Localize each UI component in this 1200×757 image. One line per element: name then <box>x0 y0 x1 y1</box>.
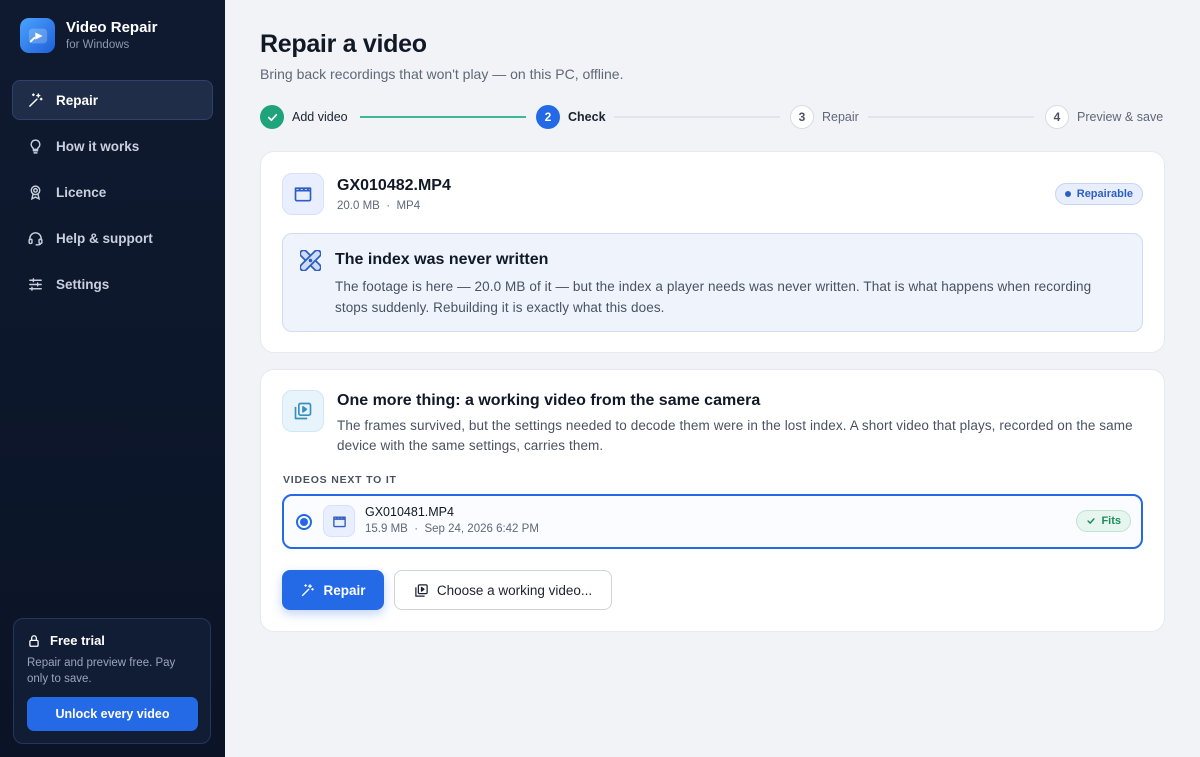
sidebar-nav: Repair How it works Licence Help & suppo… <box>12 80 213 310</box>
file-diagnosis-card: GX010482.MP4 20.0 MB · MP4 Repairable Th… <box>260 151 1165 353</box>
main-content: Repair a video Bring back recordings tha… <box>225 0 1200 757</box>
trial-description: Repair and preview free. Pay only to sav… <box>27 657 176 685</box>
sidebar-item-label: Licence <box>56 184 107 200</box>
bandage-icon <box>300 250 321 271</box>
section-label: VIDEOS NEXT TO IT <box>283 474 397 486</box>
step-connector <box>868 116 1034 118</box>
app-logo-icon <box>20 18 55 53</box>
video-library-icon <box>415 583 428 597</box>
file-size: 20.0 MB <box>337 200 380 212</box>
check-icon <box>260 105 284 129</box>
sidebar: Video Repair for Windows Repair How it w… <box>0 0 225 757</box>
headset-icon <box>28 231 43 246</box>
award-icon <box>30 184 41 200</box>
check-icon <box>1087 518 1096 524</box>
video-candidate-row[interactable]: GX010481.MP4 15.9 MB · Sep 24, 2026 6:42… <box>282 494 1143 549</box>
candidate-size: 15.9 MB <box>365 523 408 535</box>
step-repair: 3 Repair <box>790 105 859 129</box>
step-connector <box>614 116 780 118</box>
file-name: GX010482.MP4 <box>337 177 451 194</box>
sidebar-item-label: How it works <box>56 138 140 154</box>
choose-video-button[interactable]: Choose a working video... <box>394 570 612 610</box>
file-meta: 20.0 MB · MP4 <box>337 200 420 212</box>
sidebar-item-help[interactable]: Help & support <box>12 218 213 258</box>
step-label: Add video <box>292 110 348 124</box>
candidate-date: Sep 24, 2026 6:42 PM <box>424 523 539 535</box>
diagnosis-body: The footage is here — 20.0 MB of it — bu… <box>335 279 1092 315</box>
fits-label: Fits <box>1101 515 1121 527</box>
step-preview-save: 4 Preview & save <box>1045 105 1163 129</box>
clapperboard-icon <box>282 173 324 215</box>
sidebar-item-label: Help & support <box>56 230 153 246</box>
step-connector <box>360 116 526 118</box>
reference-body: The frames survived, but the settings ne… <box>337 418 1133 453</box>
fits-badge: Fits <box>1076 510 1131 532</box>
lightbulb-icon <box>30 138 41 154</box>
magic-wand-icon <box>302 583 315 596</box>
step-add-video: Add video <box>260 105 348 129</box>
repair-button-label: Repair <box>323 582 366 598</box>
unlock-button[interactable]: Unlock every video <box>27 697 198 731</box>
page-subtitle: Bring back recordings that won't play — … <box>260 66 624 82</box>
video-library-icon <box>282 390 324 432</box>
app-name: Video Repair <box>66 19 158 36</box>
step-number: 2 <box>536 105 560 129</box>
sidebar-item-repair[interactable]: Repair <box>12 80 213 120</box>
trial-title: Free trial <box>50 633 105 648</box>
clapperboard-icon <box>323 505 355 537</box>
sidebar-item-settings[interactable]: Settings <box>12 264 213 304</box>
candidate-name: GX010481.MP4 <box>365 505 454 519</box>
sidebar-item-licence[interactable]: Licence <box>12 172 213 212</box>
sidebar-item-label: Repair <box>56 92 99 108</box>
reference-video-card: One more thing: a working video from the… <box>260 369 1165 632</box>
step-number: 4 <box>1045 105 1069 129</box>
step-label: Repair <box>822 110 859 124</box>
step-label: Check <box>568 110 606 124</box>
lock-icon <box>29 634 39 647</box>
meta-separator: · <box>414 523 419 535</box>
step-label: Preview & save <box>1077 110 1164 124</box>
sidebar-item-how-it-works[interactable]: How it works <box>12 126 213 166</box>
file-format: MP4 <box>396 200 421 212</box>
progress-stepper: Add video 2 Check 3 Repair 4 Preview & s… <box>260 105 1165 129</box>
diagnosis-notice: The index was never written The footage … <box>282 233 1143 332</box>
reference-title: One more thing: a working video from the… <box>337 392 761 409</box>
meta-separator: · <box>386 200 391 212</box>
status-dot <box>1064 191 1071 197</box>
sidebar-item-label: Settings <box>56 276 110 292</box>
diagnosis-title: The index was never written <box>335 251 549 268</box>
choose-video-label: Choose a working video... <box>436 582 593 598</box>
magic-wand-icon <box>29 92 43 107</box>
app-platform: for Windows <box>66 39 130 51</box>
step-number: 3 <box>790 105 814 129</box>
brand: Video Repair for Windows <box>20 18 157 53</box>
candidate-meta: 15.9 MB · Sep 24, 2026 6:42 PM <box>365 523 539 535</box>
step-check: 2 Check <box>536 105 606 129</box>
free-trial-panel: Free trial Repair and preview free. Pay … <box>13 618 211 744</box>
status-label: Repairable <box>1076 188 1133 200</box>
sliders-icon <box>29 277 42 291</box>
page-title: Repair a video <box>260 30 427 58</box>
video-radio[interactable] <box>296 514 312 530</box>
status-badge: Repairable <box>1054 183 1143 205</box>
repair-button[interactable]: Repair <box>282 570 384 610</box>
